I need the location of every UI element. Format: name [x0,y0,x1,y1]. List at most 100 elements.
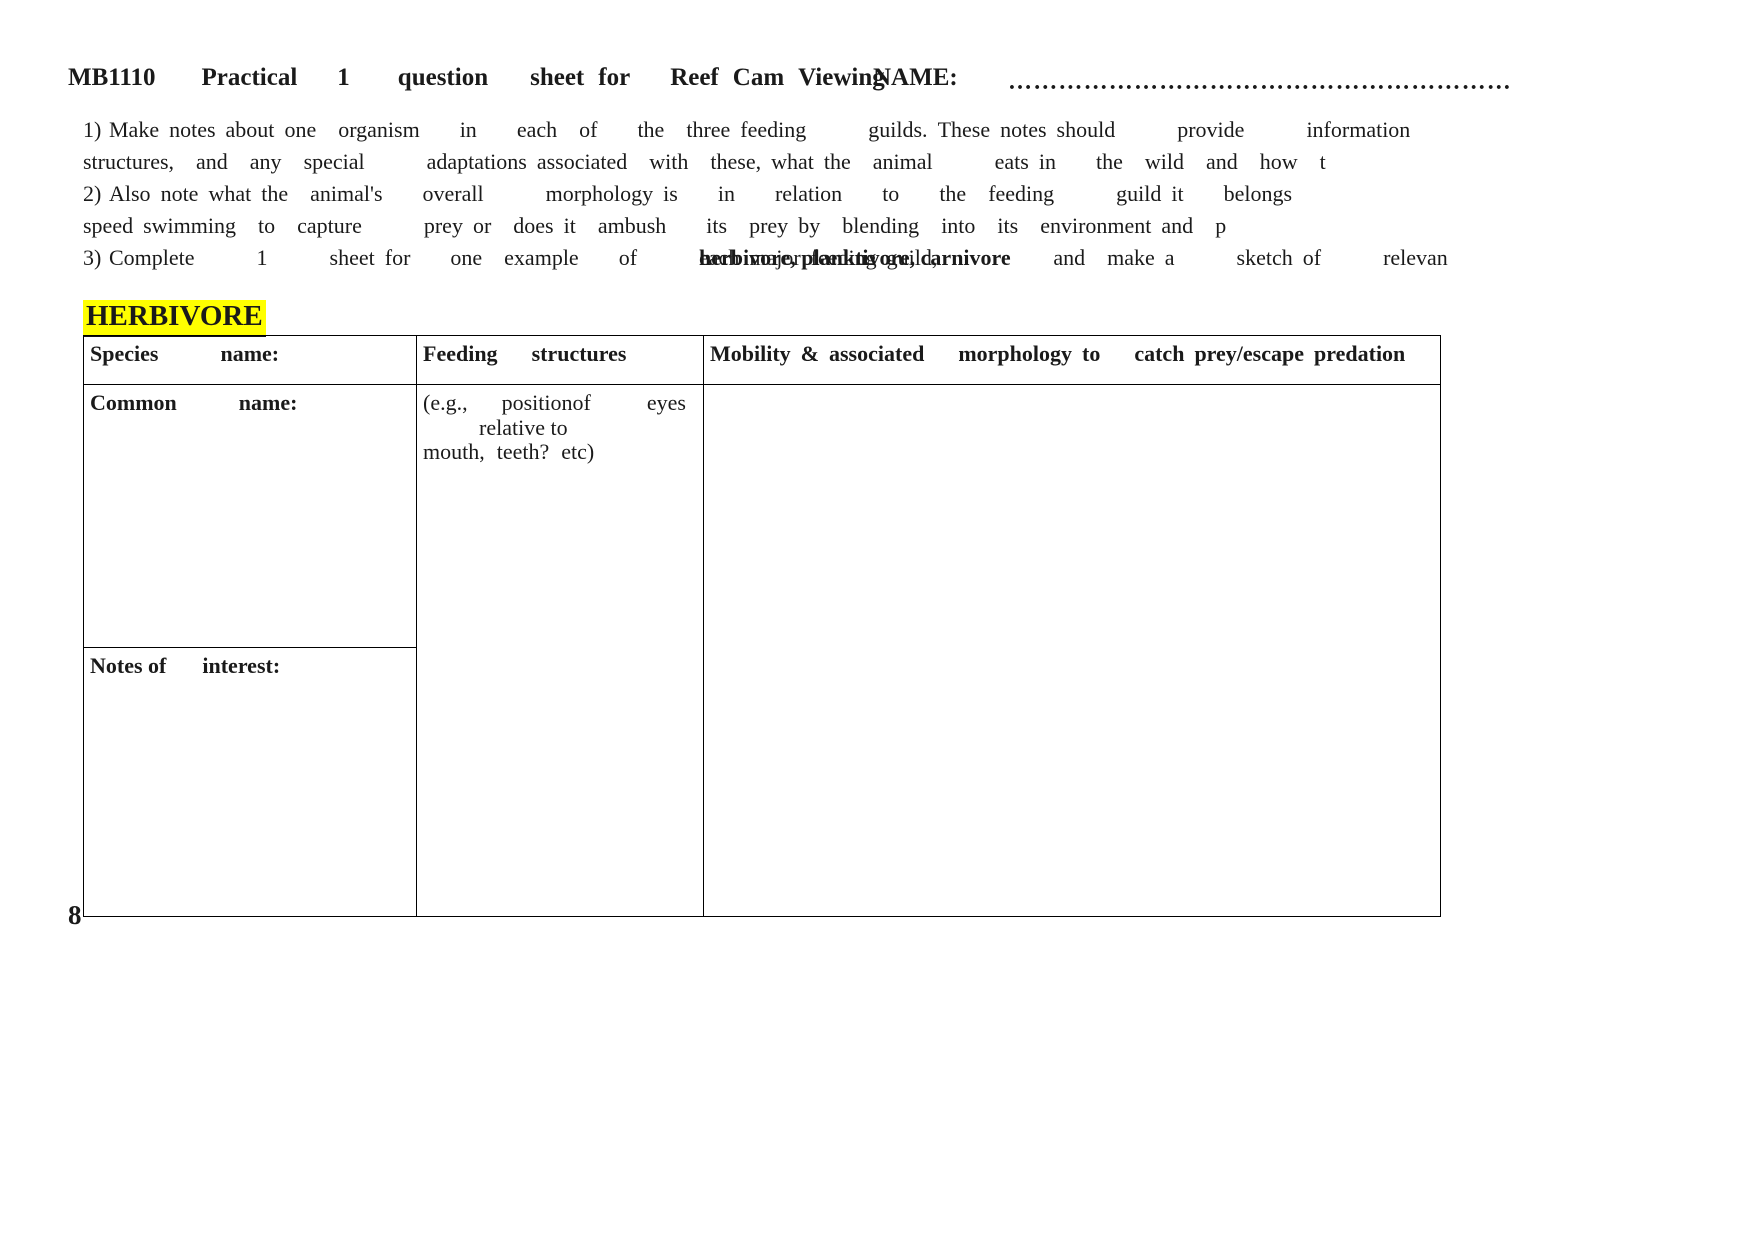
document-title: MB1110 Practical 1 question sheet for Reef Cam V… [68,64,885,92]
w: in [1038,149,1056,174]
w: to [882,181,900,206]
title-word-1: MB1110 [68,64,156,91]
w: animal's [310,181,383,206]
w: associated [536,149,628,174]
w: it [563,213,576,238]
w: ambush [597,213,667,238]
w: a [1164,245,1175,270]
w: Complete [109,245,195,270]
instruction-2-line-2: speed swimming to capture prey or does it ambush… [83,210,1755,242]
header-mobility-morphology: Mobility & associated morphology to catch prey… [703,335,1441,385]
title-word-9: Viewing [798,64,885,91]
ampersand-glyph: & [800,341,819,366]
w: how [1259,149,1298,174]
w: example [504,245,579,270]
name-label: NAME: [873,64,958,91]
w: what [208,181,252,206]
title-word-2: Practical [201,64,298,91]
w: eats [994,149,1029,174]
w: animal [872,149,933,174]
w: environment [1040,213,1152,238]
w: or [472,213,492,238]
title-word-3: 1 [337,64,350,91]
w: one [450,245,483,270]
header-feeding-word-1: Feeding [423,341,498,366]
cell-feeding-structures-entry[interactable]: (e.g., positionof eyes relative to mouth, tee… [416,384,704,917]
w: structures, [83,149,175,174]
w: any [249,149,282,174]
title-word-5: sheet [530,64,585,91]
notes-word-2: interest: [202,653,281,678]
w: blending [842,213,920,238]
w: what [771,149,814,174]
w: special [303,149,365,174]
w: in [717,181,735,206]
worksheet-page: MB1110 Practical 1 question sheet for Reef Cam V… [0,0,1755,1240]
w: into [941,213,976,238]
w: belongs [1223,181,1293,206]
header-species-word-2: name: [220,341,280,366]
w: the [939,181,967,206]
cell-notes-of-interest[interactable]: Notes of interest: [83,647,417,917]
instruction-3-number: 3) [83,245,102,270]
w: by [798,213,821,238]
w: wild [1144,149,1184,174]
title-word-7: Reef [670,64,719,91]
instruction-1-number: 1) [83,117,102,142]
w: Also [109,181,151,206]
w: morphology [545,181,654,206]
title-word-4: question [397,64,489,91]
observation-table: Species name: Feeding structures Mobility &… [83,335,1441,917]
w: guilds. [868,117,928,142]
w: feeding [988,181,1055,206]
header-mobility-word-7: predation [1314,341,1406,366]
table-row-common-name: Common name: (e.g., positionof eyes relative… [83,384,1441,917]
w: does [513,213,554,238]
w: the [637,117,665,142]
w: of [618,245,638,270]
hint-word-6: mouth, [423,439,485,465]
w: relation [774,181,843,206]
w: for [384,245,411,270]
w: speed [83,213,134,238]
w: 1 [256,245,268,270]
w: should [1056,117,1116,142]
table-header-row: Species name: Feeding structures Mobility &… [83,335,1441,385]
hint-word-8: etc) [561,439,595,465]
cell-common-name[interactable]: Common name: [83,384,417,648]
w: one [284,117,317,142]
common-name-word-2: name: [238,390,298,415]
w: about [225,117,275,142]
w: adaptations [426,149,527,174]
w: the [823,149,851,174]
title-row: MB1110 Practical 1 question sheet for Reef Cam V… [68,64,1755,104]
w: swimming [143,213,236,238]
hint-word-5: relative to [479,414,568,440]
instruction-3-line-1: 3) Complete 1 sheet for one example of herbivore… [83,242,1755,274]
w: capture [297,213,362,238]
w: its [706,213,728,238]
w: p [1215,213,1227,238]
w: information [1306,117,1411,142]
header-mobility-word-4: to [1082,341,1101,366]
hint-word-2: position [501,390,573,415]
page-number: 8 [68,900,82,930]
hint-word-1: (e.g., [423,390,468,415]
header-mobility-word-5: catch [1134,341,1185,366]
w: prey [423,213,463,238]
section-heading-herbivore: HERBIVORE [83,300,266,338]
notes-word-1: Notes of [90,653,167,678]
w: and [1053,245,1086,270]
hint-word-7: teeth? [496,439,550,465]
title-word-6: for [598,64,631,91]
w: the [1095,149,1123,174]
w: notes [169,117,216,142]
cell-mobility-entry[interactable] [703,384,1441,917]
w: each [516,117,558,142]
w: its [997,213,1019,238]
header-species-name: Species name: [83,335,417,385]
w: to [258,213,276,238]
instruction-2-line-1: 2) Also note what the animal's overall morpholo… [83,178,1755,210]
title-word-8: Cam [732,64,785,91]
common-name-word-1: Common [90,390,177,415]
